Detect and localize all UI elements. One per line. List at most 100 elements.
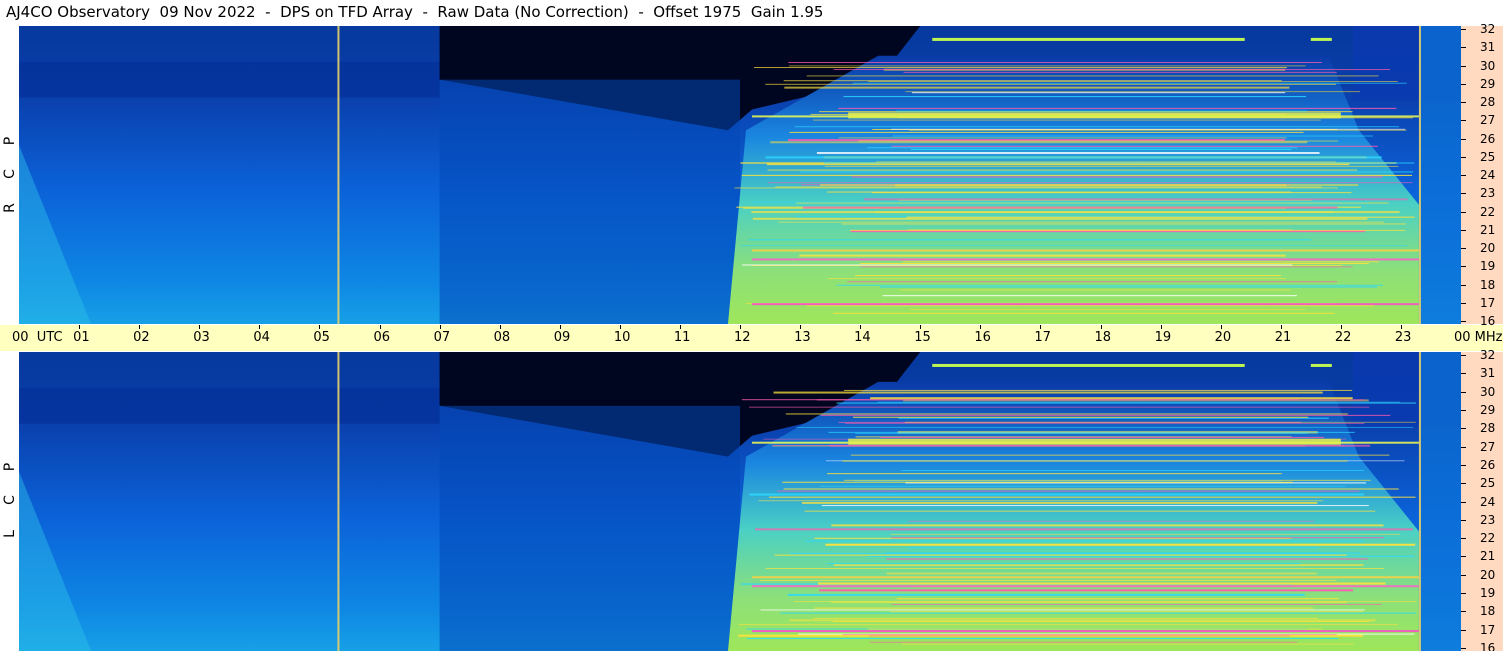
rfi-line [863, 198, 1408, 201]
rfi-line [750, 201, 1369, 203]
rfi-line [789, 131, 1304, 133]
rfi-line [886, 558, 1368, 560]
rfi-line [789, 65, 1306, 67]
rfi-line [782, 481, 1293, 483]
strong-band [752, 630, 1419, 633]
freq-label: 23 [1480, 512, 1496, 527]
freq-label: 16 [1480, 314, 1496, 328]
rfi-line [851, 176, 1383, 178]
rfi-line [755, 528, 1413, 531]
strong-band [752, 258, 1419, 261]
rfi-line [901, 469, 1365, 471]
rfi-line [852, 82, 1407, 84]
freq-tick [1461, 648, 1466, 649]
freq-label: 26 [1480, 131, 1496, 146]
time-tick [1220, 325, 1222, 329]
rfi-line [904, 421, 1416, 423]
freq-label: 18 [1480, 604, 1496, 619]
rfi-line [898, 417, 1329, 419]
rfi-line [741, 174, 1413, 176]
time-label: 09 [553, 330, 571, 345]
time-tick [619, 325, 621, 329]
time-tick [1340, 325, 1342, 329]
time-tick [79, 325, 81, 329]
freq-tick [1461, 302, 1466, 304]
time-tick [379, 325, 381, 329]
rfi-line [852, 416, 1309, 418]
rfi-line [908, 547, 1319, 549]
freq-label: 21 [1480, 549, 1496, 564]
freq-label: 31 [1480, 366, 1496, 381]
rfi-line [752, 217, 1368, 220]
freq-tick [1461, 355, 1466, 356]
freq-tick [1461, 391, 1466, 393]
rfi-line [824, 165, 1399, 167]
freq-label: 22 [1480, 531, 1496, 546]
time-tick [199, 325, 201, 329]
freq-label: 17 [1480, 295, 1496, 310]
polarization-letter: P [2, 136, 18, 146]
rfi-line [816, 151, 1320, 154]
rfi-line [741, 264, 1293, 266]
freq-label: 28 [1480, 95, 1496, 109]
freq-label: 23 [1480, 186, 1496, 201]
freq-label: 19 [1480, 259, 1496, 274]
rfi-line [885, 552, 1360, 555]
freq-tick [1461, 211, 1466, 213]
freq-label: 26 [1480, 457, 1496, 472]
freq-label: 30 [1480, 384, 1496, 399]
freq-tick [1461, 193, 1466, 195]
freq-label: 25 [1480, 149, 1496, 164]
top-band [932, 363, 1245, 367]
broad-band [848, 112, 1341, 119]
top-band [1310, 37, 1332, 41]
time-marker-line [1418, 26, 1421, 324]
freq-label: 32 [1480, 348, 1496, 362]
rfi-line [891, 537, 1384, 539]
rfi-line [871, 192, 1352, 194]
top-band [1310, 363, 1332, 367]
rfi-line [860, 266, 1353, 268]
rfi-line [902, 261, 1379, 263]
polarization-letter: P [2, 462, 18, 472]
freq-label: 19 [1480, 586, 1496, 601]
rfi-line [813, 119, 1321, 121]
rfi-line [906, 216, 1415, 218]
rfi-line [891, 145, 1379, 147]
rfi-line [814, 607, 1314, 609]
broad-band [848, 438, 1341, 445]
rfi-line [805, 540, 1364, 542]
freq-label: 18 [1480, 277, 1496, 292]
time-label: 23 [1394, 330, 1412, 345]
rfi-line [749, 406, 1370, 408]
freq-tick [1461, 175, 1466, 176]
time-tick [860, 325, 862, 329]
freq-label: 20 [1480, 567, 1496, 582]
rfi-line [775, 186, 1322, 188]
time-label: 03 [193, 330, 210, 345]
rfi-line [901, 643, 1354, 645]
freq-label: 30 [1480, 58, 1496, 73]
time-label: 21 [1274, 330, 1292, 345]
freq-tick [1461, 120, 1466, 122]
rfi-line [890, 611, 1364, 613]
rfi-line [845, 422, 1365, 424]
freq-label: 21 [1480, 222, 1496, 237]
freq-label: 24 [1480, 494, 1496, 509]
rfi-line [825, 543, 1416, 546]
rcp-spectrogram [19, 26, 1461, 324]
mid-band [439, 405, 740, 651]
rfi-line [843, 96, 1307, 98]
time-tick [679, 325, 681, 329]
freq-tick [1461, 409, 1466, 411]
rfi-line [796, 202, 1389, 204]
rfi-line [833, 69, 1390, 71]
rfi-line [867, 147, 1298, 149]
freq-tick [1461, 446, 1466, 448]
freq-tick [1461, 138, 1466, 140]
freq-tick [1461, 519, 1466, 521]
rfi-line [903, 71, 1337, 73]
time-label: 13 [794, 330, 811, 345]
freq-label: 28 [1480, 421, 1496, 436]
rfi-line [746, 638, 1339, 640]
